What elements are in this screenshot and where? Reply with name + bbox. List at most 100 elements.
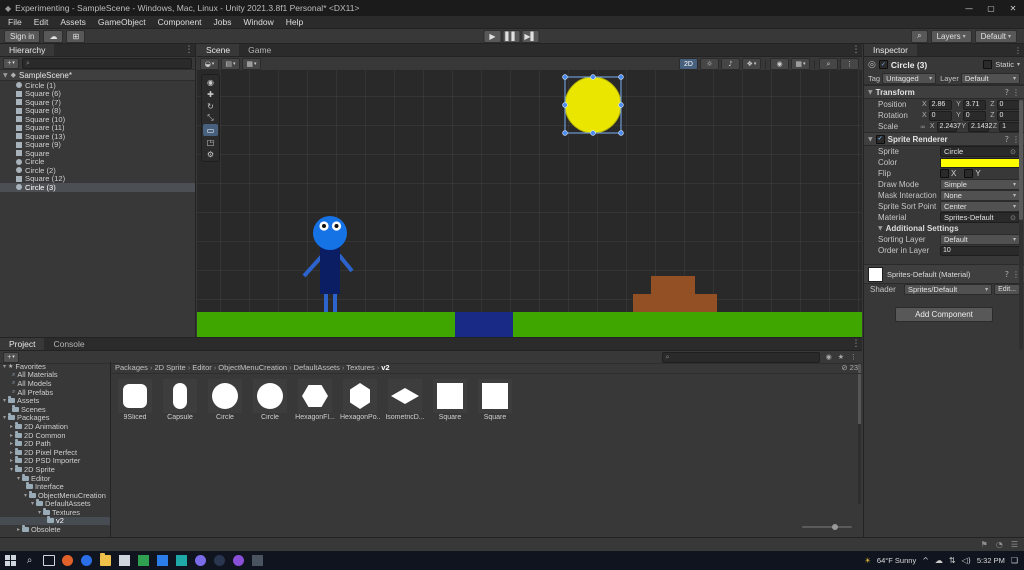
start-button[interactable] <box>2 552 19 569</box>
rotation-x-field[interactable]: 0 <box>928 110 953 121</box>
layer-dropdown[interactable]: Default ▾ <box>960 72 1020 84</box>
foldout-arrow-icon[interactable]: ▼ <box>3 72 8 79</box>
mask-interaction-dropdown[interactable]: None ▾ <box>940 190 1020 201</box>
breadcrumb-item[interactable]: 2D Sprite <box>154 363 185 372</box>
foldout-arrow-icon[interactable]: ▾ <box>3 397 6 404</box>
slider-knob[interactable] <box>832 524 838 530</box>
tab-hierarchy[interactable]: Hierarchy <box>0 44 55 56</box>
cloud-button[interactable]: ☁ <box>43 29 64 43</box>
hierarchy-item[interactable]: Square <box>0 149 195 158</box>
tree-item-obsolete[interactable]: ▸ Obsolete <box>0 525 110 534</box>
move-tool[interactable]: ✚ <box>203 88 218 100</box>
taskbar-app-icon[interactable] <box>97 552 114 569</box>
breadcrumb-item[interactable]: ObjectMenuCreation <box>218 363 287 372</box>
tree-item-2d-psd-importer[interactable]: ▸ 2D PSD Importer <box>0 456 110 465</box>
additional-settings-foldout[interactable]: ▼ Additional Settings <box>864 223 1024 234</box>
asset-item[interactable]: IsometricD... <box>385 379 425 421</box>
rotation-y-field[interactable]: 0 <box>962 110 987 121</box>
blue-platform-sprite[interactable] <box>455 312 513 337</box>
sprite-object-field[interactable]: Circle ⊙ <box>940 146 1020 157</box>
material-section-header[interactable]: Sprites-Default (Material) ? ⋮ <box>864 264 1024 284</box>
scene-canvas[interactable]: ◉ ✚ ↻ ⤡ ▭ ◳ ⚙ <box>197 70 862 337</box>
project-search-input[interactable]: ⌕ <box>661 351 820 363</box>
create-asset-button[interactable]: + ▾ <box>3 351 19 363</box>
taskbar-app-icon[interactable] <box>116 552 133 569</box>
breadcrumb-item[interactable]: v2 <box>381 363 389 372</box>
position-y-field[interactable]: 3.71 <box>962 99 987 110</box>
shader-dropdown[interactable]: Sprites/Default ▾ <box>904 284 993 295</box>
hierarchy-item[interactable]: Square (11) <box>0 123 195 132</box>
weather-text[interactable]: 64°F Sunny <box>877 556 916 565</box>
grid-visibility-dropdown[interactable]: ▦ ▾ <box>791 58 810 70</box>
tab-inspector[interactable]: Inspector <box>864 44 917 56</box>
tree-item-2d-pixel-perfect[interactable]: ▸ 2D Pixel Perfect <box>0 447 110 457</box>
hierarchy-item[interactable]: Square (7) <box>0 98 195 107</box>
character-sprite[interactable] <box>302 216 354 312</box>
foldout-arrow-icon[interactable]: ▾ <box>10 466 13 473</box>
add-component-button[interactable]: Add Component <box>895 307 993 322</box>
taskbar-search-button[interactable]: ⌕ <box>21 552 38 569</box>
view-options-dropdown[interactable]: ▤ ▾ <box>221 58 240 70</box>
tree-item-textures[interactable]: ▾ Textures <box>0 507 110 517</box>
hierarchy-item[interactable]: Circle <box>0 157 195 166</box>
kebab-icon[interactable]: ⋮ <box>183 44 195 56</box>
inspector-scrollbar[interactable] <box>1019 100 1023 350</box>
view-tool[interactable]: ◉ <box>203 76 218 88</box>
transform-tool[interactable]: ◳ <box>203 136 218 148</box>
order-in-layer-input[interactable]: 10 <box>940 245 1020 256</box>
asset-item[interactable]: Square <box>475 379 515 421</box>
foldout-arrow-icon[interactable]: ▸ <box>10 440 13 447</box>
asset-item[interactable]: Circle <box>250 379 290 421</box>
component-enabled-checkbox[interactable]: ✓ <box>875 134 885 144</box>
sprite-renderer-section-header[interactable]: ▼ ✓ Sprite Renderer ? ⋮ <box>864 132 1024 146</box>
tree-item-assets[interactable]: ▾ Assets <box>0 396 110 405</box>
asset-item[interactable]: HexagonFl... <box>295 379 335 421</box>
status-progress-icon[interactable]: ◔ <box>996 540 1003 549</box>
asset-item[interactable]: HexagonPo... <box>340 379 380 421</box>
notification-center-icon[interactable]: ❏ <box>1011 556 1018 565</box>
tree-item-scenes[interactable]: Scenes <box>0 404 110 414</box>
taskbar-app-icon[interactable] <box>211 552 228 569</box>
hierarchy-item[interactable]: Square (6) <box>0 89 195 98</box>
tree-item-2d-sprite[interactable]: ▾ 2D Sprite <box>0 464 110 474</box>
foldout-arrow-icon[interactable]: ▾ <box>31 500 34 507</box>
2d-toggle[interactable]: 2D <box>679 58 698 70</box>
taskbar-app-icon[interactable] <box>192 552 209 569</box>
asset-item[interactable]: 9Sliced <box>115 379 155 421</box>
hierarchy-item[interactable]: Circle (2) <box>0 166 195 175</box>
hierarchy-item[interactable]: Square (8) <box>0 106 195 115</box>
services-button[interactable]: ⊞ <box>66 29 86 43</box>
breadcrumb-item[interactable]: Editor <box>192 363 212 372</box>
menu-file[interactable]: File <box>2 17 28 27</box>
chevron-down-icon[interactable]: ▾ <box>1017 61 1020 68</box>
tree-item-defaultassets[interactable]: ▾ DefaultAssets <box>0 499 110 508</box>
flip-y-checkbox[interactable] <box>964 169 974 178</box>
foldout-arrow-icon[interactable]: ▼ <box>868 136 873 143</box>
tab-console[interactable]: Console <box>44 338 94 350</box>
help-icon[interactable]: ? <box>1005 88 1009 97</box>
custom-tool[interactable]: ⚙ <box>203 148 218 160</box>
foldout-arrow-icon[interactable]: ▸ <box>17 526 20 533</box>
taskbar-app-icon[interactable] <box>230 552 247 569</box>
tab-game[interactable]: Game <box>239 44 281 56</box>
taskbar-app-icon[interactable] <box>154 552 171 569</box>
selected-yellow-circle-sprite[interactable] <box>562 74 624 136</box>
tree-item-favorites[interactable]: ▾ ★ Favorites <box>0 362 110 371</box>
breadcrumb-item[interactable]: Textures <box>346 363 374 372</box>
foldout-arrow-icon[interactable]: ▾ <box>24 492 27 499</box>
taskbar-app-icon[interactable] <box>173 552 190 569</box>
kebab-icon[interactable]: ⋮ <box>850 353 857 361</box>
tag-dropdown[interactable]: Untagged ▾ <box>882 72 937 84</box>
taskbar-app-icon[interactable] <box>135 552 152 569</box>
lighting-toggle[interactable]: ☼ <box>700 58 719 70</box>
tree-item-interface[interactable]: Interface <box>0 482 110 491</box>
layout-dropdown[interactable]: Default ▾ <box>974 29 1017 43</box>
tab-project[interactable]: Project <box>0 338 45 350</box>
foldout-arrow-icon[interactable]: ▸ <box>10 457 13 464</box>
tree-item-packages[interactable]: ▾ Packages <box>0 413 110 422</box>
breadcrumb-item[interactable]: Packages <box>115 363 148 372</box>
cloud-tray-icon[interactable]: ☁ <box>935 556 943 565</box>
menu-window[interactable]: Window <box>238 17 280 27</box>
taskbar-app-icon[interactable] <box>78 552 95 569</box>
pause-button[interactable]: ▌▌ <box>502 29 521 43</box>
